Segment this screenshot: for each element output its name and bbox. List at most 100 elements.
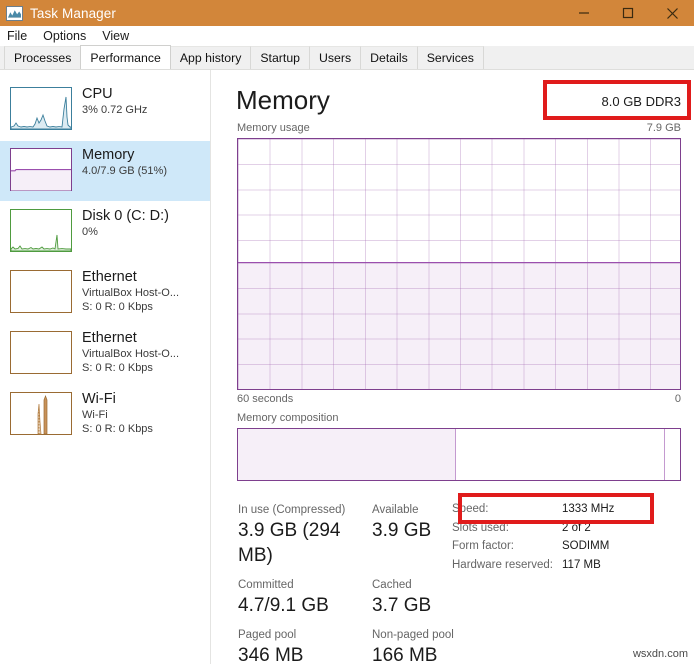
memory-composition-bar[interactable] (237, 428, 681, 481)
sidebar-memory-sub: 4.0/7.9 GB (51%) (82, 165, 167, 177)
tab-users[interactable]: Users (309, 46, 362, 69)
content-area: CPU 3% 0.72 GHz Memory 4.0/7.9 GB (51%) (0, 70, 694, 664)
stat-cached: Cached 3.7 GB (372, 577, 431, 618)
detail-form-factor-value: SODIMM (562, 540, 610, 552)
sidebar-ethernet-2-title: Ethernet (82, 330, 137, 346)
sidebar-item-disk[interactable]: Disk 0 (C: D:) 0% (0, 202, 210, 262)
memory-details: Speed: 1333 MHz Slots used: 2 of 2 Form … (452, 500, 676, 574)
sidebar-ethernet-1-title: Ethernet (82, 269, 137, 285)
stat-committed-caption: Committed (238, 579, 294, 591)
composition-segment-standby (456, 429, 665, 480)
memory-panel: Memory 8.0 GB DDR3 Memory usage 7.9 GB 6… (212, 70, 694, 664)
memory-usage-max: 7.9 GB (646, 122, 681, 134)
sidebar-ethernet-2-sub1: VirtualBox Host-O... (82, 348, 179, 360)
sidebar-item-ethernet-2[interactable]: Ethernet VirtualBox Host-O... S: 0 R: 0 … (0, 324, 210, 384)
tab-processes[interactable]: Processes (4, 46, 82, 69)
detail-speed-key: Speed: (452, 503, 489, 515)
composition-segment-in-use (238, 429, 456, 480)
minimize-button[interactable] (562, 0, 606, 26)
memory-composition-caption: Memory composition (237, 412, 339, 424)
detail-row-form-factor: Form factor: SODIMM (452, 537, 676, 556)
sidebar-cpu-sub: 3% 0.72 GHz (82, 104, 148, 116)
window-controls (562, 0, 694, 26)
ethernet-2-thumbnail-graph (10, 331, 72, 374)
sidebar-disk-text: Disk 0 (C: D:) 0% (82, 207, 169, 239)
menu-file[interactable]: File (7, 26, 27, 46)
sidebar-wifi-text: Wi-Fi Wi-Fi S: 0 R: 0 Kbps (82, 390, 153, 436)
memory-stats: In use (Compressed) 3.9 GB (294 MB) Avai… (238, 502, 468, 664)
stat-row-2: Committed 4.7/9.1 GB Cached 3.7 GB (238, 577, 468, 618)
sidebar-ethernet-1-sub2: S: 0 R: 0 Kbps (82, 301, 153, 313)
stat-paged-pool-value: 346 MB (238, 645, 304, 664)
resource-sidebar: CPU 3% 0.72 GHz Memory 4.0/7.9 GB (51%) (0, 70, 211, 664)
tab-services[interactable]: Services (416, 46, 484, 69)
detail-hardware-reserved-key: Hardware reserved: (452, 558, 553, 571)
stat-non-paged-pool-value: 166 MB (372, 645, 438, 664)
window-title: Task Manager (30, 5, 116, 21)
detail-speed-value: 1333 MHz (562, 503, 615, 515)
sidebar-wifi-title: Wi-Fi (82, 391, 116, 407)
sidebar-ethernet-2-sub2: S: 0 R: 0 Kbps (82, 362, 153, 374)
memory-usage-chart (237, 138, 681, 390)
sidebar-memory-title: Memory (82, 147, 135, 163)
sidebar-wifi-sub1: Wi-Fi (82, 409, 108, 421)
watermark: wsxdn.com (632, 648, 688, 660)
maximize-button[interactable] (606, 0, 650, 26)
close-button[interactable] (650, 0, 694, 26)
memory-header: Memory 8.0 GB DDR3 (212, 70, 694, 115)
detail-row-hardware-reserved: Hardware reserved: 117 MB (452, 556, 676, 575)
sidebar-item-cpu[interactable]: CPU 3% 0.72 GHz (0, 80, 210, 140)
disk-thumbnail-graph (10, 209, 72, 252)
stat-in-use-caption: In use (Compressed) (238, 504, 346, 516)
tab-details[interactable]: Details (360, 46, 418, 69)
detail-slots-used-value: 2 of 2 (562, 521, 591, 534)
tab-app-history[interactable]: App history (169, 46, 252, 69)
sidebar-memory-text: Memory 4.0/7.9 GB (51%) (82, 146, 167, 178)
sidebar-ethernet-1-sub1: VirtualBox Host-O... (82, 287, 179, 299)
sidebar-wifi-sub2: S: 0 R: 0 Kbps (82, 423, 153, 435)
stat-committed-value: 4.7/9.1 GB (238, 595, 329, 616)
axis-label-left: 60 seconds (237, 393, 294, 405)
sidebar-item-wifi[interactable]: Wi-Fi Wi-Fi S: 0 R: 0 Kbps (0, 385, 210, 445)
sidebar-ethernet-1-text: Ethernet VirtualBox Host-O... S: 0 R: 0 … (82, 268, 179, 314)
sidebar-ethernet-2-text: Ethernet VirtualBox Host-O... S: 0 R: 0 … (82, 329, 179, 375)
menu-view[interactable]: View (102, 26, 129, 46)
tab-strip: Processes Performance App history Startu… (0, 45, 694, 70)
axis-label-right: 0 (674, 393, 681, 405)
menu-bar: File Options View (0, 26, 694, 46)
chart-grid-overlay (238, 262, 680, 389)
sidebar-item-ethernet-1[interactable]: Ethernet VirtualBox Host-O... S: 0 R: 0 … (0, 263, 210, 323)
sidebar-disk-sub: 0% (82, 226, 98, 238)
title-bar: Task Manager (0, 0, 694, 26)
sidebar-item-memory[interactable]: Memory 4.0/7.9 GB (51%) (0, 141, 210, 201)
stat-available-value: 3.9 GB (372, 520, 432, 541)
stat-committed: Committed 4.7/9.1 GB (238, 577, 372, 618)
stat-non-paged-pool: Non-paged pool 166 MB (372, 627, 454, 664)
detail-form-factor-key: Form factor: (452, 540, 514, 552)
memory-spec-label: 8.0 GB DDR3 (601, 94, 681, 109)
wifi-thumbnail-graph (10, 392, 72, 435)
composition-segment-free (665, 429, 680, 480)
stat-available: Available 3.9 GB (372, 502, 431, 568)
stat-cached-caption: Cached (372, 579, 412, 591)
detail-hardware-reserved-value: 117 MB (562, 558, 601, 571)
stat-paged-pool: Paged pool 346 MB (238, 627, 372, 664)
stat-row-1: In use (Compressed) 3.9 GB (294 MB) Avai… (238, 502, 468, 568)
task-manager-window: Task Manager File Options View Processes… (0, 0, 694, 664)
memory-usage-caption: Memory usage (237, 122, 310, 134)
sidebar-disk-title: Disk 0 (C: D:) (82, 208, 169, 224)
ethernet-1-thumbnail-graph (10, 270, 72, 313)
menu-options[interactable]: Options (43, 26, 86, 46)
detail-row-speed: Speed: 1333 MHz (452, 500, 676, 519)
tab-startup[interactable]: Startup (250, 46, 310, 69)
page-title: Memory (236, 85, 330, 115)
memory-usage-caption-row: Memory usage 7.9 GB (237, 122, 681, 134)
cpu-thumbnail-graph (10, 87, 72, 130)
detail-row-slots-used: Slots used: 2 of 2 (452, 519, 676, 538)
stat-row-3: Paged pool 346 MB Non-paged pool 166 MB (238, 627, 468, 664)
stat-paged-pool-caption: Paged pool (238, 629, 297, 641)
stat-cached-value: 3.7 GB (372, 595, 432, 616)
memory-thumbnail-graph (10, 148, 72, 191)
sidebar-cpu-title: CPU (82, 86, 113, 102)
tab-performance[interactable]: Performance (80, 45, 171, 69)
